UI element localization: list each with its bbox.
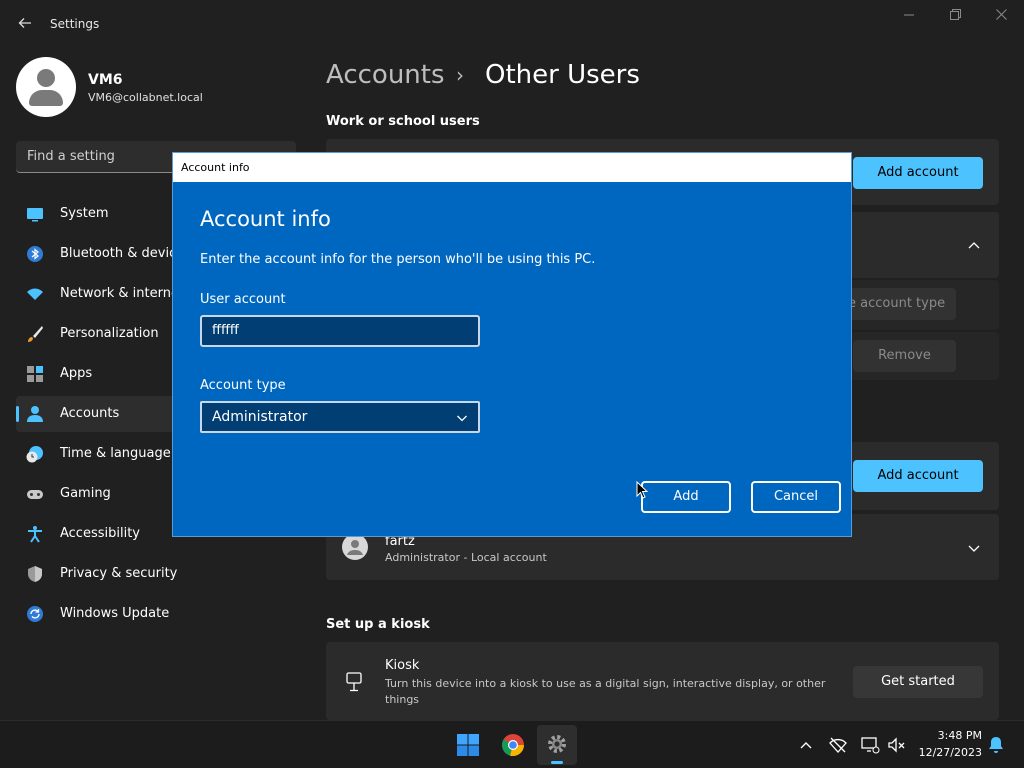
sidebar-item-label: Windows Update [60,606,170,621]
account-type-value: Administrator [212,409,308,425]
chevron-down-icon[interactable] [968,542,980,554]
title-bar: Settings [0,0,1024,48]
search-placeholder: Find a setting [27,149,115,164]
dialog-description: Enter the account info for the person wh… [200,252,596,267]
dialog-window-title: Account info [181,161,250,174]
change-account-type-button[interactable]: e account type [838,288,956,320]
sidebar-item-label: Accounts [60,406,120,421]
close-button[interactable] [978,6,1024,28]
sidebar-item-label: Apps [60,366,93,381]
breadcrumb-separator: › [456,63,464,87]
chevron-down-icon [457,415,467,422]
windows-logo-icon [457,734,479,756]
network-disconnected-icon[interactable] [828,735,848,755]
taskbar: 3:48 PM 12/27/2023 [0,720,1024,768]
bluetooth-icon [27,246,43,262]
time-language-icon [26,446,43,463]
dialog-title-bar[interactable]: Account info [173,153,851,182]
sidebar-item-label: Network & internet [60,286,185,301]
chevron-up-icon[interactable] [796,735,816,755]
sidebar-item-windows-update[interactable]: Windows Update [16,596,296,632]
brush-icon [28,326,43,342]
user-account-input[interactable]: ffffff [200,315,480,347]
page-title: Other Users [485,60,640,90]
kiosk-description-line1: Turn this device into a kiosk to use as … [385,677,826,690]
accessibility-icon [28,526,42,543]
system-icon [27,208,43,222]
account-type-label: Account type [200,378,286,393]
restore-icon [949,9,961,20]
accounts-icon [27,406,43,422]
kiosk-name: Kiosk [385,658,420,673]
gaming-icon [27,490,43,499]
close-icon [995,9,1007,20]
taskbar-time[interactable]: 3:48 PM [938,729,982,742]
profile-name: VM6 [88,72,123,88]
speaker-muted-icon[interactable] [886,735,906,755]
sidebar-item-label: System [60,206,109,221]
kiosk-icon [346,672,362,692]
work-school-title: Work or school users [326,114,480,129]
user-avatar-icon [342,534,368,560]
settings-taskbar-button[interactable] [537,725,577,765]
cancel-button[interactable]: Cancel [751,481,841,513]
taskbar-date[interactable]: 12/27/2023 [919,746,982,759]
chrome-icon [502,734,524,757]
minimize-icon [904,14,914,16]
gear-icon [548,735,566,753]
kiosk-description-line2: things [385,693,420,706]
sidebar-item-label: Time & language [60,446,171,461]
user-account-label: User account [200,292,286,307]
shield-icon [28,566,42,582]
avatar-head [37,69,55,87]
arrow-left-icon [18,18,31,28]
avatar[interactable] [16,57,76,117]
mouse-cursor-icon [636,481,648,499]
profile-email: VM6@collabnet.local [88,91,203,104]
app-title: Settings [50,17,100,31]
chrome-taskbar-button[interactable] [493,725,533,765]
dialog-heading: Account info [200,207,331,231]
add-work-account-button[interactable]: Add account [853,157,983,189]
update-icon [27,606,43,622]
minimize-button[interactable] [886,6,932,28]
chevron-up-icon[interactable] [968,240,980,252]
sidebar-item-label: Accessibility [60,526,140,541]
sidebar-item-label: Gaming [60,486,111,501]
add-button[interactable]: Add [641,481,731,513]
active-indicator [16,406,19,422]
apps-icon [27,366,43,382]
maximize-button[interactable] [932,6,978,28]
back-button[interactable] [14,12,36,34]
user-detail: Administrator - Local account [385,551,547,564]
kiosk-card: Kiosk Turn this device into a kiosk to u… [326,642,999,720]
sidebar-item-label: Personalization [60,326,159,341]
breadcrumb-parent[interactable]: Accounts [326,60,445,90]
get-started-button[interactable]: Get started [853,666,983,698]
add-other-user-button[interactable]: Add account [853,460,983,492]
wifi-icon [27,288,43,300]
start-button[interactable] [448,725,488,765]
avatar-body [29,90,63,106]
sidebar-item-label: Privacy & security [60,566,178,581]
kiosk-section-title: Set up a kiosk [326,617,430,632]
notification-bell-icon[interactable] [986,735,1006,755]
account-type-select[interactable]: Administrator [200,401,480,433]
running-indicator [551,761,563,764]
display-icon[interactable] [860,735,880,755]
sidebar-item-privacy[interactable]: Privacy & security [16,556,296,592]
account-info-dialog: Account info Account info Enter the acco… [172,152,852,537]
remove-button[interactable]: Remove [853,340,956,372]
